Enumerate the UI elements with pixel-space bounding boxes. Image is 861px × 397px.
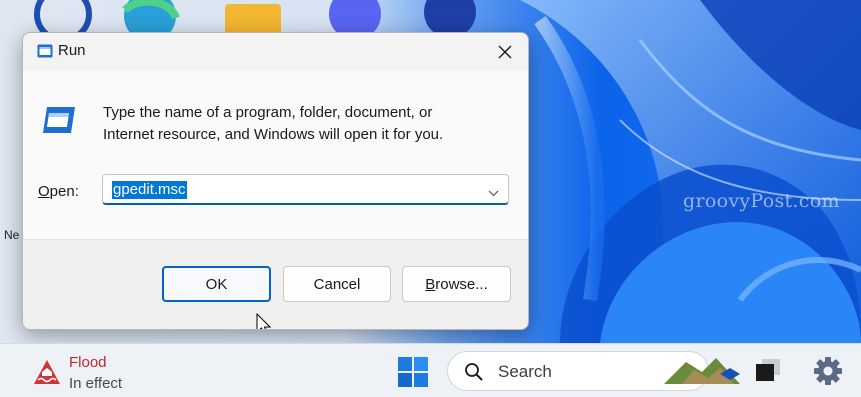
run-dialog: Run Type the name of a program, folder, … <box>22 32 529 330</box>
settings-icon[interactable] <box>814 357 842 390</box>
open-label: Open: <box>38 183 79 200</box>
chevron-down-icon[interactable] <box>488 184 499 202</box>
title-bar[interactable]: Run <box>23 33 528 71</box>
folder-app-icon[interactable] <box>225 4 281 34</box>
search-highlight-icon[interactable] <box>664 354 742 391</box>
open-combobox[interactable]: gpedit.msc <box>102 174 509 205</box>
task-view-icon[interactable] <box>756 359 780 386</box>
browse-label: rowse... <box>435 275 488 293</box>
browse-button[interactable]: Browse... <box>402 266 511 302</box>
close-icon <box>498 45 512 59</box>
watermark: groovyPost.com <box>683 190 840 212</box>
cancel-button[interactable]: Cancel <box>283 266 391 302</box>
search-icon <box>464 362 484 387</box>
run-icon <box>37 44 53 63</box>
dialog-title: Run <box>58 42 86 59</box>
dialog-description: Type the name of a program, folder, docu… <box>103 102 503 146</box>
browse-mnemonic: B <box>425 275 436 293</box>
flood-warning-icon[interactable] <box>33 359 61 390</box>
close-button[interactable] <box>482 33 528 71</box>
weather-subtitle[interactable]: In effect <box>69 375 122 392</box>
open-label-text: pen: <box>49 183 79 200</box>
taskbar: Flood In effect Search <box>0 343 861 397</box>
windows-start-icon[interactable] <box>398 357 428 387</box>
open-label-mnemonic: O <box>38 183 50 200</box>
mouse-pointer-icon <box>256 312 272 329</box>
open-input-value[interactable]: gpedit.msc <box>112 181 187 199</box>
run-program-icon <box>41 105 77 140</box>
dialog-content <box>23 71 528 239</box>
description-line-2: Internet resource, and Windows will open… <box>103 126 444 143</box>
weather-title[interactable]: Flood <box>69 354 107 371</box>
search-label: Search <box>498 362 552 381</box>
desktop-icon-label: Ne <box>4 228 20 242</box>
ok-button[interactable]: OK <box>162 266 271 302</box>
description-line-1: Type the name of a program, folder, docu… <box>103 104 433 121</box>
